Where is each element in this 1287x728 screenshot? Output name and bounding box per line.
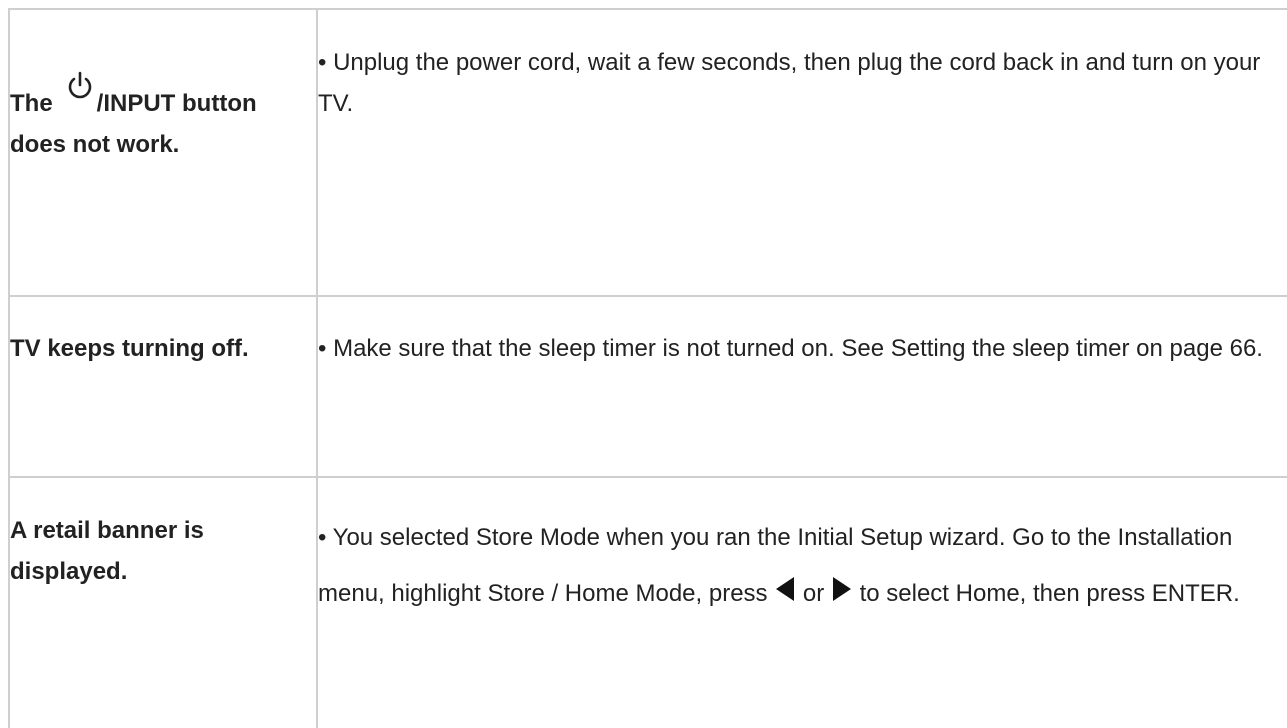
- problem-text: A retail banner is displayed.: [10, 517, 204, 585]
- solution-text-part3: to select Home, then press ENTER.: [859, 580, 1240, 607]
- problem-text: TV keeps turning off.: [10, 335, 249, 362]
- table-row: A retail banner is displayed. • You sele…: [8, 476, 1287, 728]
- problem-text-pre: The: [10, 90, 53, 117]
- solution-text-part2: or: [802, 580, 825, 607]
- problem-cell: TV keeps turning off.: [8, 295, 318, 478]
- table-row: TV keeps turning off. • Make sure that t…: [8, 295, 1287, 478]
- right-arrow-icon: [831, 568, 853, 601]
- problem-cell: The/INPUT button does not work.: [8, 8, 318, 297]
- troubleshooting-table: The/INPUT button does not work. • Unplug…: [8, 8, 1287, 728]
- solution-text: • Unplug the power cord, wait a few seco…: [318, 49, 1261, 117]
- solution-cell: • Unplug the power cord, wait a few seco…: [316, 8, 1287, 297]
- left-arrow-icon: [774, 568, 796, 601]
- power-icon: [67, 71, 93, 101]
- solution-text: • Make sure that the sleep timer is not …: [318, 335, 1263, 362]
- problem-cell: A retail banner is displayed.: [8, 476, 318, 728]
- solution-cell: • Make sure that the sleep timer is not …: [316, 295, 1287, 478]
- table-row: The/INPUT button does not work. • Unplug…: [8, 8, 1287, 297]
- solution-cell: • You selected Store Mode when you ran t…: [316, 476, 1287, 728]
